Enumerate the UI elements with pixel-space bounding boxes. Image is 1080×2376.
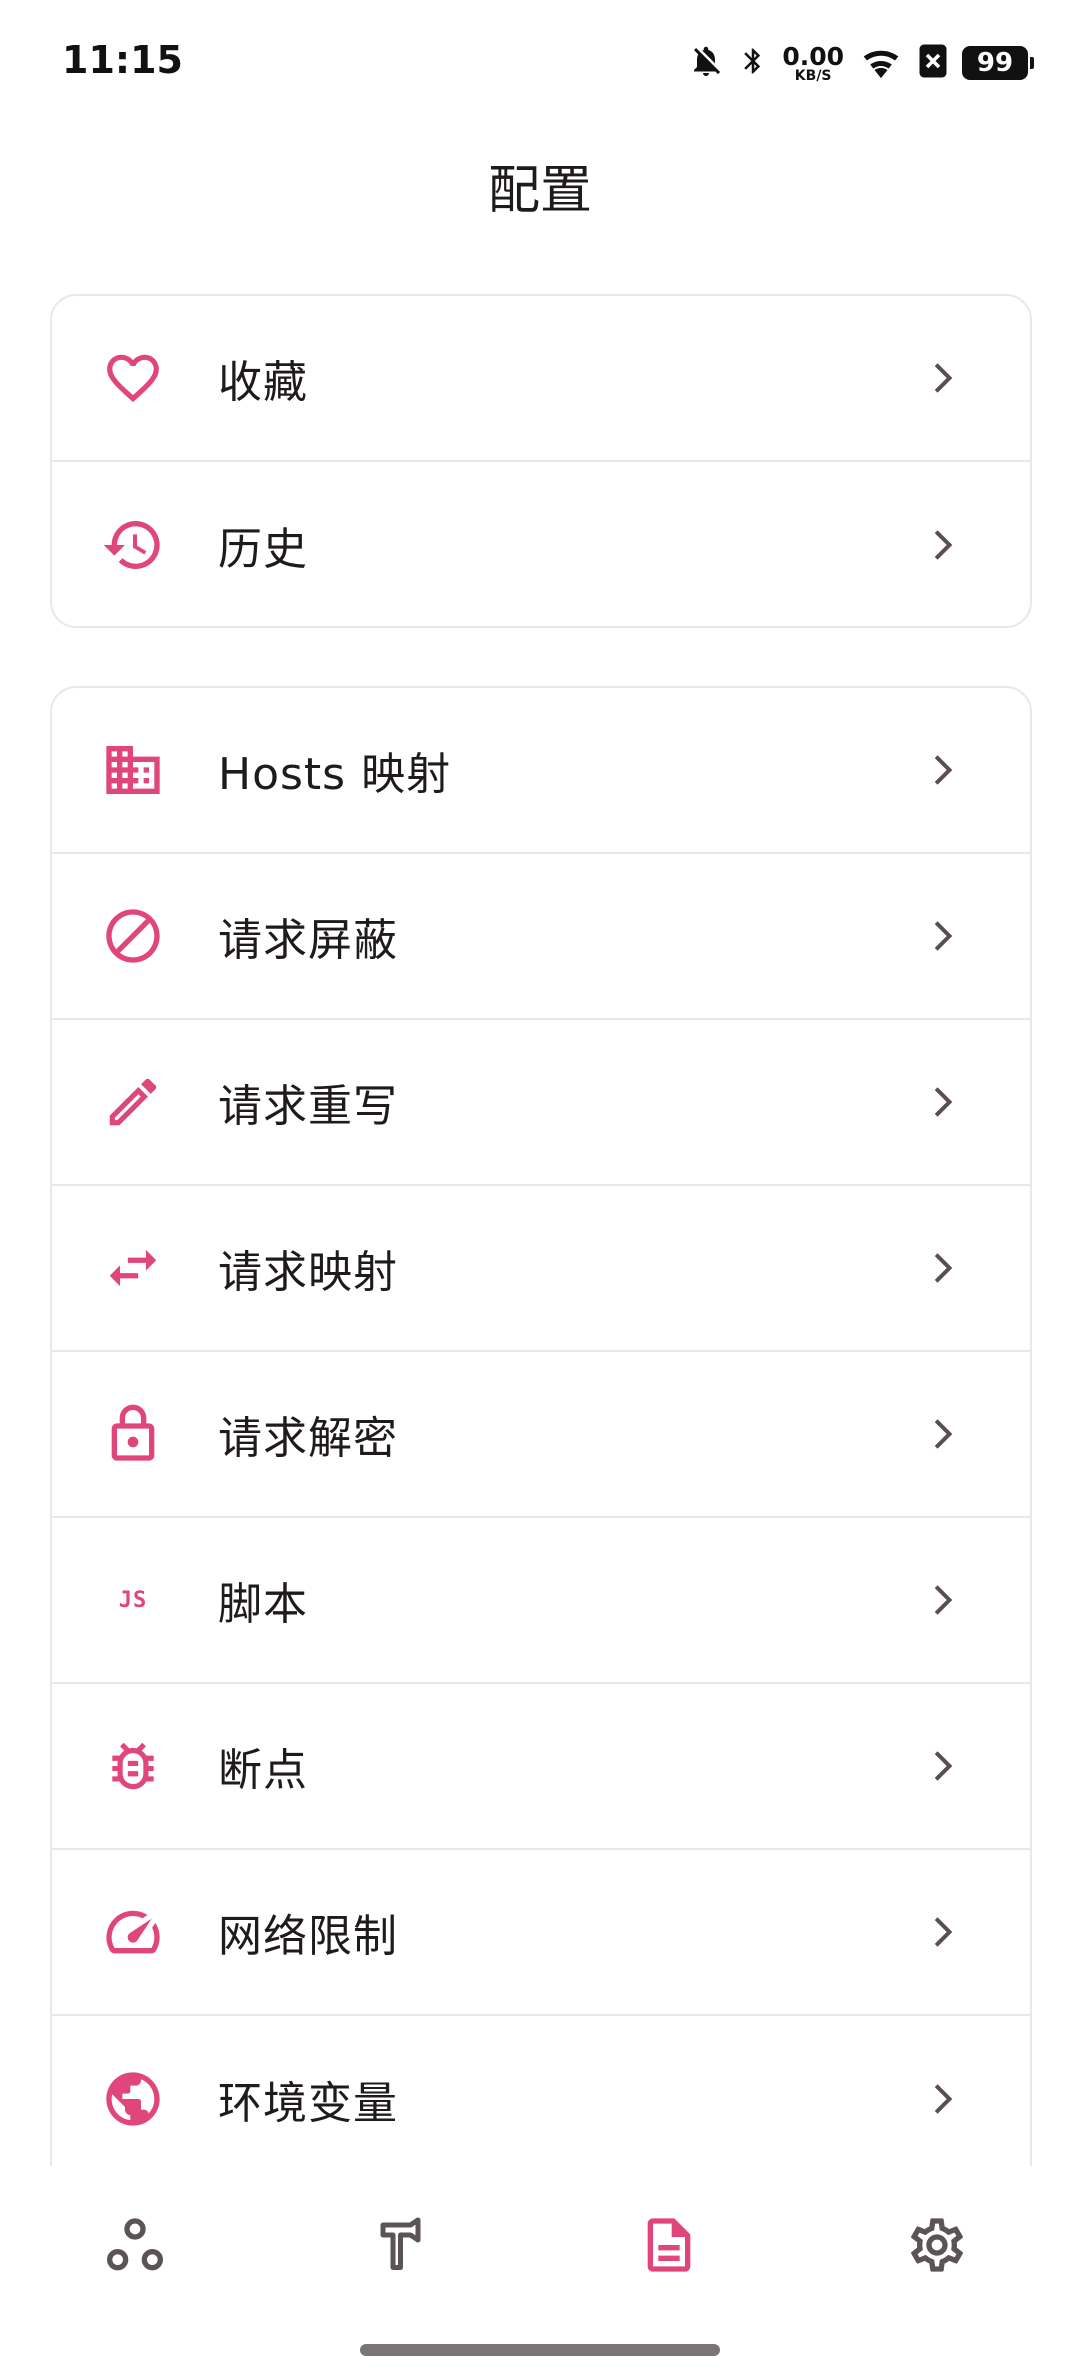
menu-item-label: 断点 (218, 1745, 308, 1796)
bluetooth-icon (738, 43, 768, 83)
chevron-right-icon (934, 755, 953, 785)
home-indicator[interactable] (360, 2344, 720, 2356)
domain-icon (100, 737, 166, 803)
chevron-right-icon (934, 1419, 953, 1449)
pencil-icon (100, 1069, 166, 1135)
document-icon (637, 2213, 701, 2281)
swap-arrows-icon (100, 1235, 166, 1301)
status-bar: 11:15 0.00 KB/S 99 (0, 0, 1080, 120)
menu-item-request-rewrite[interactable]: 请求重写 (52, 1020, 1030, 1186)
javascript-icon-text: JS (118, 1587, 148, 1613)
favorites-history-card: 收藏 历史 (50, 294, 1032, 628)
lock-icon (100, 1401, 166, 1467)
menu-item-request-decrypt[interactable]: 请求解密 (52, 1352, 1030, 1518)
speed-gauge-icon (100, 1899, 166, 1965)
nodes-icon (103, 2213, 167, 2281)
menu-item-favorites[interactable]: 收藏 (52, 296, 1030, 462)
chevron-right-icon (934, 1917, 953, 1947)
menu-item-request-block[interactable]: 请求屏蔽 (52, 854, 1030, 1020)
menu-item-label: 收藏 (218, 357, 308, 408)
menu-item-label: 脚本 (218, 1579, 308, 1630)
menu-item-hosts-mapping[interactable]: Hosts 映射 (52, 688, 1030, 854)
net-speed-value: 0.00 (782, 41, 844, 71)
sim-off-icon (918, 43, 948, 83)
chevron-right-icon (934, 1751, 953, 1781)
menu-item-label: 环境变量 (218, 2078, 398, 2129)
menu-item-request-mapping[interactable]: 请求映射 (52, 1186, 1030, 1352)
menu-item-network-throttle[interactable]: 网络限制 (52, 1850, 1030, 2016)
chevron-right-icon (934, 1585, 953, 1615)
bottom-navigation (0, 2166, 1080, 2376)
hammer-icon (373, 2215, 433, 2279)
tab-tools[interactable] (358, 2202, 448, 2292)
menu-item-breakpoint[interactable]: 断点 (52, 1684, 1030, 1850)
wifi-icon (858, 43, 904, 83)
page-title: 配置 (487, 161, 592, 221)
menu-item-script[interactable]: JS 脚本 (52, 1518, 1030, 1684)
chevron-right-icon (934, 363, 953, 393)
status-time: 11:15 (62, 38, 183, 82)
globe-icon (100, 2066, 166, 2132)
menu-item-label: 请求屏蔽 (218, 915, 398, 966)
tab-settings[interactable] (892, 2202, 982, 2292)
chevron-right-icon (934, 2084, 953, 2114)
config-tools-card: Hosts 映射 请求屏蔽 请求重写 请求映射 请求解密 JS 脚本 断点 网络… (50, 686, 1032, 2168)
menu-item-environment-variables[interactable]: 环境变量 (52, 2016, 1030, 2168)
chevron-right-icon (934, 921, 953, 951)
menu-item-label: 请求解密 (218, 1413, 398, 1464)
menu-item-history[interactable]: 历史 (52, 462, 1030, 626)
javascript-icon: JS (100, 1567, 166, 1633)
chevron-right-icon (934, 1253, 953, 1283)
tab-network[interactable] (90, 2202, 180, 2292)
bug-icon (100, 1733, 166, 1799)
menu-item-label: Hosts 映射 (218, 749, 452, 800)
block-icon (100, 903, 166, 969)
heart-icon (100, 345, 166, 411)
menu-item-label: 历史 (218, 524, 308, 575)
menu-item-label: 请求映射 (218, 1247, 398, 1298)
chevron-right-icon (934, 530, 953, 560)
menu-item-label: 请求重写 (218, 1081, 398, 1132)
gear-icon (905, 2213, 969, 2281)
tab-config[interactable] (624, 2202, 714, 2292)
bell-off-icon (688, 43, 724, 83)
chevron-right-icon (934, 1087, 953, 1117)
menu-item-label: 网络限制 (218, 1911, 398, 1962)
net-speed: 0.00 KB/S (782, 44, 844, 83)
battery-indicator: 99 (962, 46, 1034, 80)
status-icons: 0.00 KB/S 99 (688, 38, 1034, 88)
net-speed-unit: KB/S (794, 67, 832, 84)
history-icon (100, 512, 166, 578)
